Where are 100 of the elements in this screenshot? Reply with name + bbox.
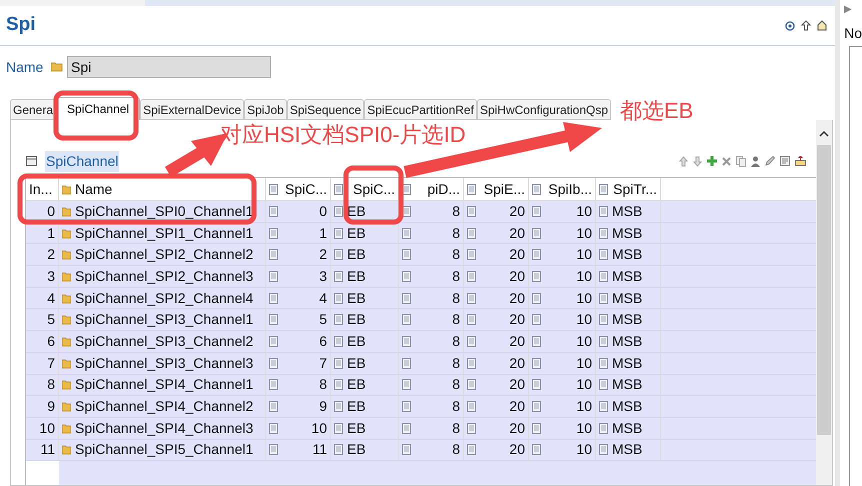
tab[interactable]: SpiSequence — [286, 99, 364, 120]
table-cell-text: 20 — [509, 310, 525, 330]
document-icon — [402, 270, 411, 282]
scrollbar[interactable] — [816, 120, 832, 485]
document-icon — [269, 379, 278, 390]
editor-title: Spi — [6, 13, 36, 38]
plus-icon[interactable] — [707, 156, 717, 166]
document-icon — [334, 228, 343, 239]
expand-arrow[interactable]: ▶ — [844, 2, 862, 17]
annotation-text: 都选EB — [620, 97, 694, 125]
chevron-up-icon[interactable] — [819, 130, 829, 137]
table-cell-text: 8 — [452, 266, 460, 286]
column-header[interactable]: In... — [29, 178, 52, 200]
folder-icon — [62, 249, 71, 260]
table-cell-text: SpiChannel_SPI2_Channel2 — [75, 245, 254, 264]
table-cell-text: 20 — [509, 245, 525, 264]
table-cell-text: 10 — [576, 440, 592, 460]
table-cell-text: 9 — [47, 397, 55, 416]
table-cell-text: 1 — [319, 224, 327, 243]
table-cell-text: 10 — [576, 202, 592, 221]
table-cell-text: EB — [347, 418, 366, 438]
tab[interactable]: SpiChannel — [56, 97, 140, 120]
table-cell-text: 10 — [576, 288, 592, 308]
document-icon — [334, 379, 343, 390]
table-cell-text: 7 — [47, 354, 55, 373]
table-cell-text: 10 — [311, 418, 327, 438]
table-cell-text: MSB — [612, 266, 642, 286]
table-cell-text: MSB — [612, 224, 642, 243]
column-header[interactable]: Name — [75, 178, 112, 200]
table-cell-text: 1 — [47, 224, 55, 243]
home-icon[interactable] — [817, 20, 828, 31]
table-cell-text: 8 — [452, 245, 460, 264]
document-icon — [334, 336, 343, 347]
arrow-down-icon[interactable] — [693, 156, 702, 166]
column-header[interactable]: SpiC... — [352, 178, 395, 200]
section-title: SpiChannel — [45, 150, 120, 172]
tab[interactable]: SpiEcucPartitionRef — [364, 99, 477, 120]
document-icon — [599, 336, 608, 347]
table-cell-text: 20 — [509, 266, 525, 286]
document-icon — [269, 358, 278, 369]
name-field[interactable]: Spi — [67, 56, 271, 78]
tab[interactable]: SpiHwConfigurationQsp — [476, 99, 611, 120]
arrow-up-icon[interactable] — [801, 20, 812, 31]
table-cell-text: EB — [347, 354, 366, 373]
document-icon — [532, 336, 541, 347]
document-icon — [467, 206, 476, 217]
table-cell-text: 20 — [509, 332, 525, 351]
column-header[interactable]: SpiIb... — [548, 178, 592, 200]
document-icon — [532, 292, 541, 304]
table-cell-text: EB — [347, 440, 366, 460]
document-icon — [334, 401, 343, 412]
form-icon[interactable] — [780, 156, 790, 166]
document-icon — [402, 336, 411, 347]
export-icon[interactable] — [795, 156, 806, 166]
table-cell-text: 20 — [509, 440, 525, 460]
tab[interactable]: SpiExternalDevice — [140, 99, 244, 120]
table-cell-text: SpiChannel_SPI3_Channel3 — [75, 354, 254, 373]
column-header[interactable]: SpiE... — [484, 178, 525, 200]
table-cell-text: 20 — [509, 375, 525, 394]
document-icon — [599, 249, 608, 260]
table-cell-text: SpiChannel_SPI1_Channel1 — [75, 224, 254, 243]
highlight-frame — [344, 166, 404, 224]
document-icon — [269, 444, 278, 456]
table-cell-text: 8 — [452, 224, 460, 243]
table-cell-text: SpiChannel_SPI5_Channel1 — [75, 440, 254, 460]
tab[interactable]: SpiJob — [244, 99, 287, 120]
column-header[interactable]: SpiTr... — [613, 178, 657, 200]
document-icon — [269, 292, 278, 304]
table-cell-text: 3 — [47, 266, 55, 286]
folder-icon — [62, 422, 71, 434]
document-icon — [269, 422, 278, 434]
side-panel-label: No — [844, 24, 862, 43]
document-icon — [334, 422, 343, 434]
tab[interactable]: Genera — [10, 99, 56, 120]
table-cell-text: SpiChannel_SPI3_Channel1 — [75, 310, 254, 330]
table-cell-text: 11 — [312, 440, 327, 460]
column-header[interactable]: piD... — [427, 178, 460, 200]
document-icon — [599, 379, 608, 390]
table-cell-text: 10 — [576, 224, 592, 243]
table-cell-text: SpiChannel_SPI4_Channel1 — [75, 375, 254, 394]
document-icon — [269, 184, 278, 194]
document-icon — [599, 184, 608, 194]
document-icon — [467, 336, 476, 347]
table-cell-text: MSB — [612, 354, 642, 373]
folder-icon — [62, 358, 71, 369]
table-cell-text: 20 — [509, 354, 525, 373]
delete-icon[interactable] — [722, 156, 731, 166]
document-icon — [532, 314, 541, 326]
at-icon[interactable] — [785, 20, 796, 30]
column-header[interactable]: SpiC... — [284, 178, 327, 200]
folder-icon — [62, 292, 71, 304]
document-icon — [532, 422, 541, 434]
folder-icon — [62, 184, 71, 194]
document-icon — [334, 249, 343, 260]
person-icon[interactable] — [751, 156, 760, 166]
pencil-icon[interactable] — [765, 156, 775, 166]
table-cell-text: EB — [347, 375, 366, 394]
table-cell-text: EB — [347, 224, 366, 243]
table-cell-text: 8 — [452, 332, 460, 351]
copy-icon[interactable] — [736, 156, 746, 166]
